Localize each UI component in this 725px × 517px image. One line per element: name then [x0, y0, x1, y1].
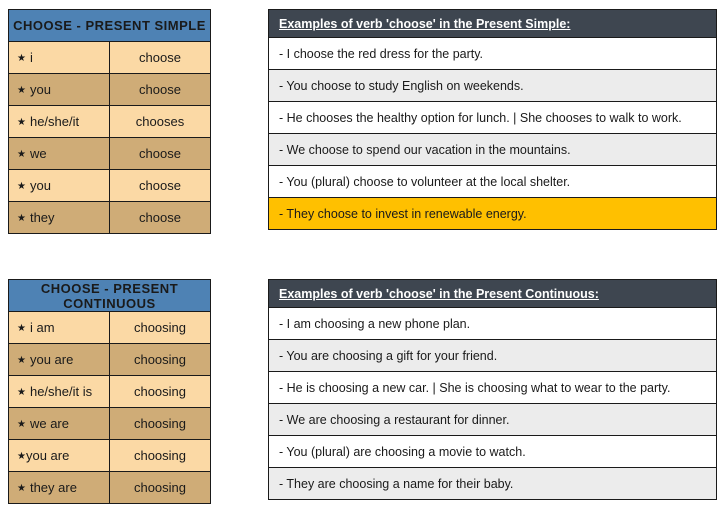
pronoun-cell: ★ they are — [8, 471, 110, 504]
example-row: - I choose the red dress for the party. — [268, 37, 717, 70]
example-row: - I am choosing a new phone plan. — [268, 307, 717, 340]
examples-table-present-continuous: Examples of verb 'choose' in the Present… — [268, 279, 717, 500]
star-icon: ★ — [17, 419, 26, 430]
conjugation-row: ★ i choose — [8, 41, 211, 74]
conjugation-header-row: CHOOSE - PRESENT CONTINUOUS — [8, 279, 211, 312]
example-sentence: - I am choosing a new phone plan. — [268, 307, 717, 340]
example-sentence: - You (plural) are choosing a movie to w… — [268, 435, 717, 468]
example-row: - You (plural) are choosing a movie to w… — [268, 435, 717, 468]
star-icon: ★ — [17, 53, 26, 64]
pronoun-cell: ★ he/she/it is — [8, 375, 110, 408]
star-icon: ★ — [17, 85, 26, 96]
pronoun-label: i — [29, 50, 33, 65]
conjugation-title: CHOOSE - PRESENT SIMPLE — [8, 9, 211, 42]
example-sentence: - We choose to spend our vacation in the… — [268, 133, 717, 166]
examples-header-row: Examples of verb 'choose' in the Present… — [268, 9, 717, 38]
conjugation-row: ★ i am choosing — [8, 311, 211, 344]
example-sentence: - He chooses the healthy option for lunc… — [268, 101, 717, 134]
verb-form-cell: choosing — [109, 439, 211, 472]
conjugation-row: ★ we choose — [8, 137, 211, 170]
examples-title-text: Examples of verb 'choose' in the Present… — [279, 16, 571, 31]
conjugation-header-row: CHOOSE - PRESENT SIMPLE — [8, 9, 211, 42]
pronoun-label: they are — [29, 480, 77, 495]
pronoun-cell: ★you are — [8, 439, 110, 472]
example-sentence: - I choose the red dress for the party. — [268, 37, 717, 70]
verb-form-cell: choose — [109, 73, 211, 106]
example-sentence: - He is choosing a new car. | She is cho… — [268, 371, 717, 404]
examples-title-text: Examples of verb 'choose' in the Present… — [279, 286, 599, 301]
examples-header-row: Examples of verb 'choose' in the Present… — [268, 279, 717, 308]
pronoun-label: i am — [29, 320, 55, 335]
star-icon: ★ — [17, 323, 26, 334]
example-row: - You (plural) choose to volunteer at th… — [268, 165, 717, 198]
pronoun-label: they — [29, 210, 55, 225]
verb-form-cell: chooses — [109, 105, 211, 138]
star-icon: ★ — [17, 117, 26, 128]
star-icon: ★ — [17, 149, 26, 160]
pronoun-cell: ★ we are — [8, 407, 110, 440]
pronoun-label: he/she/it is — [29, 384, 93, 399]
pronoun-cell: ★ i am — [8, 311, 110, 344]
verb-form-cell: choosing — [109, 311, 211, 344]
verb-form-cell: choosing — [109, 375, 211, 408]
conjugation-row: ★you are choosing — [8, 343, 211, 376]
conjugation-table-present-continuous: CHOOSE - PRESENT CONTINUOUS ★ i am choosi… — [8, 279, 211, 504]
example-sentence: - They are choosing a name for their bab… — [268, 467, 717, 500]
conjugation-row: ★ they are choosing — [8, 471, 211, 504]
pronoun-cell: ★ he/she/it — [8, 105, 110, 138]
example-row: - They are choosing a name for their bab… — [268, 467, 717, 500]
example-sentence: - You are choosing a gift for your frien… — [268, 339, 717, 372]
pronoun-cell: ★ we — [8, 137, 110, 170]
examples-table-present-simple: Examples of verb 'choose' in the Present… — [268, 9, 717, 230]
star-icon: ★ — [17, 387, 26, 398]
pronoun-label: we — [29, 146, 47, 161]
conjugation-row: ★ we are choosing — [8, 407, 211, 440]
example-row: - He chooses the healthy option for lunc… — [268, 101, 717, 134]
verb-form-cell: choose — [109, 41, 211, 74]
example-row: - You are choosing a gift for your frien… — [268, 339, 717, 372]
example-sentence: - You choose to study English on weekend… — [268, 69, 717, 102]
conjugation-row: ★ you choose — [8, 169, 211, 202]
pronoun-cell: ★ you — [8, 73, 110, 106]
example-row: - He is choosing a new car. | She is cho… — [268, 371, 717, 404]
example-sentence: - You (plural) choose to volunteer at th… — [268, 165, 717, 198]
pronoun-label: you — [29, 82, 51, 97]
conjugation-table-present-simple: CHOOSE - PRESENT SIMPLE ★ i choose ★ you c… — [8, 9, 211, 234]
conjugation-row: ★ he/she/it is choosing — [8, 375, 211, 408]
example-row: - We choose to spend our vacation in the… — [268, 133, 717, 166]
verb-form-cell: choose — [109, 201, 211, 234]
conjugation-row: ★ he/she/it chooses — [8, 105, 211, 138]
pronoun-cell: ★ you — [8, 169, 110, 202]
example-row: - You choose to study English on weekend… — [268, 69, 717, 102]
pronoun-cell: ★ i — [8, 41, 110, 74]
examples-title: Examples of verb 'choose' in the Present… — [268, 9, 717, 38]
pronoun-label: he/she/it — [29, 114, 80, 129]
pronoun-cell: ★you are — [8, 343, 110, 376]
examples-title: Examples of verb 'choose' in the Present… — [268, 279, 717, 308]
star-icon: ★ — [17, 483, 26, 494]
worksheet-page: CHOOSE - PRESENT SIMPLE ★ i choose ★ you c… — [0, 0, 725, 517]
verb-form-cell: choose — [109, 169, 211, 202]
verb-form-cell: choosing — [109, 471, 211, 504]
pronoun-label: you are — [29, 352, 74, 367]
example-row: - We are choosing a restaurant for dinne… — [268, 403, 717, 436]
example-row-highlighted: - They choose to invest in renewable ene… — [268, 197, 717, 230]
verb-form-cell: choose — [109, 137, 211, 170]
verb-form-cell: choosing — [109, 343, 211, 376]
pronoun-cell: ★ they — [8, 201, 110, 234]
conjugation-row: ★ you choose — [8, 73, 211, 106]
pronoun-label: we are — [29, 416, 69, 431]
star-icon: ★ — [17, 355, 26, 366]
conjugation-row: ★you are choosing — [8, 439, 211, 472]
conjugation-title: CHOOSE - PRESENT CONTINUOUS — [8, 279, 211, 312]
star-icon: ★ — [17, 213, 26, 224]
conjugation-row: ★ they choose — [8, 201, 211, 234]
pronoun-label: you — [29, 178, 51, 193]
star-icon: ★ — [17, 451, 26, 462]
star-icon: ★ — [17, 181, 26, 192]
pronoun-label: you are — [25, 448, 70, 463]
verb-form-cell: choosing — [109, 407, 211, 440]
example-sentence: - We are choosing a restaurant for dinne… — [268, 403, 717, 436]
example-sentence: - They choose to invest in renewable ene… — [268, 197, 717, 230]
